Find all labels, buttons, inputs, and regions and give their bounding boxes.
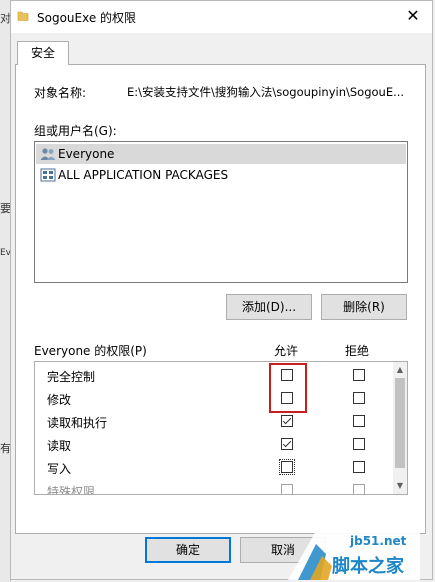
close-icon[interactable]: ✕ [403,6,423,26]
permission-row: 完全控制 [35,364,393,386]
scroll-up-icon[interactable]: ▲ [393,363,407,377]
groups-label: 组或用户名(G): [34,124,117,138]
deny-header: 拒绝 [345,344,370,358]
users-icon [40,148,56,160]
permission-name: 写入 [47,462,72,476]
title-bar: SogouExe 的权限 ✕ [11,1,432,33]
permission-row: 读取和执行 [35,410,393,432]
permissions-list: 完全控制 修改 读取和执行 读取 写入 特殊权限 ▲ ▼ [34,361,408,495]
deny-checkbox[interactable] [353,438,365,450]
permissions-label: Everyone 的权限(P) [34,344,147,358]
permission-row: 读取 [35,433,393,455]
group-name: ALL APPLICATION PACKAGES [58,168,229,182]
permission-row: 特殊权限 [35,479,393,495]
tab-security[interactable]: 安全 [17,41,69,65]
deny-checkbox[interactable] [353,461,365,473]
object-name-value: E:\安装支持文件\搜狗输入法\sogoupinyin\SogouE... [127,85,405,99]
watermark-site: jb51.net [350,534,407,548]
scroll-down-icon[interactable]: ▼ [393,479,407,493]
highlight-box [269,363,307,413]
ok-button[interactable]: 确定 [145,537,231,563]
packages-icon [40,168,56,182]
permissions-dialog: SogouExe 的权限 ✕ 安全 对象名称: E:\安装支持文件\搜狗输入法\… [10,0,433,580]
watermark-brand: 脚本之家 [332,556,404,577]
object-name-label: 对象名称: [34,86,87,100]
allow-checkbox[interactable] [281,438,293,450]
allow-checkbox[interactable] [279,459,295,475]
groups-list[interactable]: Everyone ALL APPLICATION PACKAGES [34,141,408,283]
permission-name: 修改 [47,393,72,407]
allow-checkbox[interactable] [281,415,293,427]
remove-button[interactable]: 删除(R) [321,294,407,320]
deny-checkbox[interactable] [353,392,365,404]
group-name: Everyone [58,147,115,161]
allow-checkbox[interactable] [281,484,293,494]
security-panel: 对象名称: E:\安装支持文件\搜狗输入法\sogoupinyin\SogouE… [15,64,426,534]
permission-name: 完全控制 [47,370,96,384]
add-button[interactable]: 添加(D)... [226,294,312,320]
deny-checkbox[interactable] [353,415,365,427]
deny-checkbox[interactable] [353,369,365,381]
permission-name: 读取 [47,439,72,453]
permission-row: 写入 [35,456,393,478]
folder-icon [17,11,29,21]
list-item[interactable]: Everyone [36,144,406,164]
permission-name: 特殊权限 [47,485,96,495]
permission-name: 读取和执行 [47,416,108,430]
list-item[interactable]: ALL APPLICATION PACKAGES [36,165,406,185]
deny-checkbox[interactable] [353,484,365,494]
scrollbar-thumb[interactable] [395,378,405,468]
allow-header: 允许 [274,344,299,358]
permission-row: 修改 [35,387,393,409]
window-title: SogouExe 的权限 [37,11,137,25]
watermark: jb51.net 脚本之家 [258,514,420,580]
